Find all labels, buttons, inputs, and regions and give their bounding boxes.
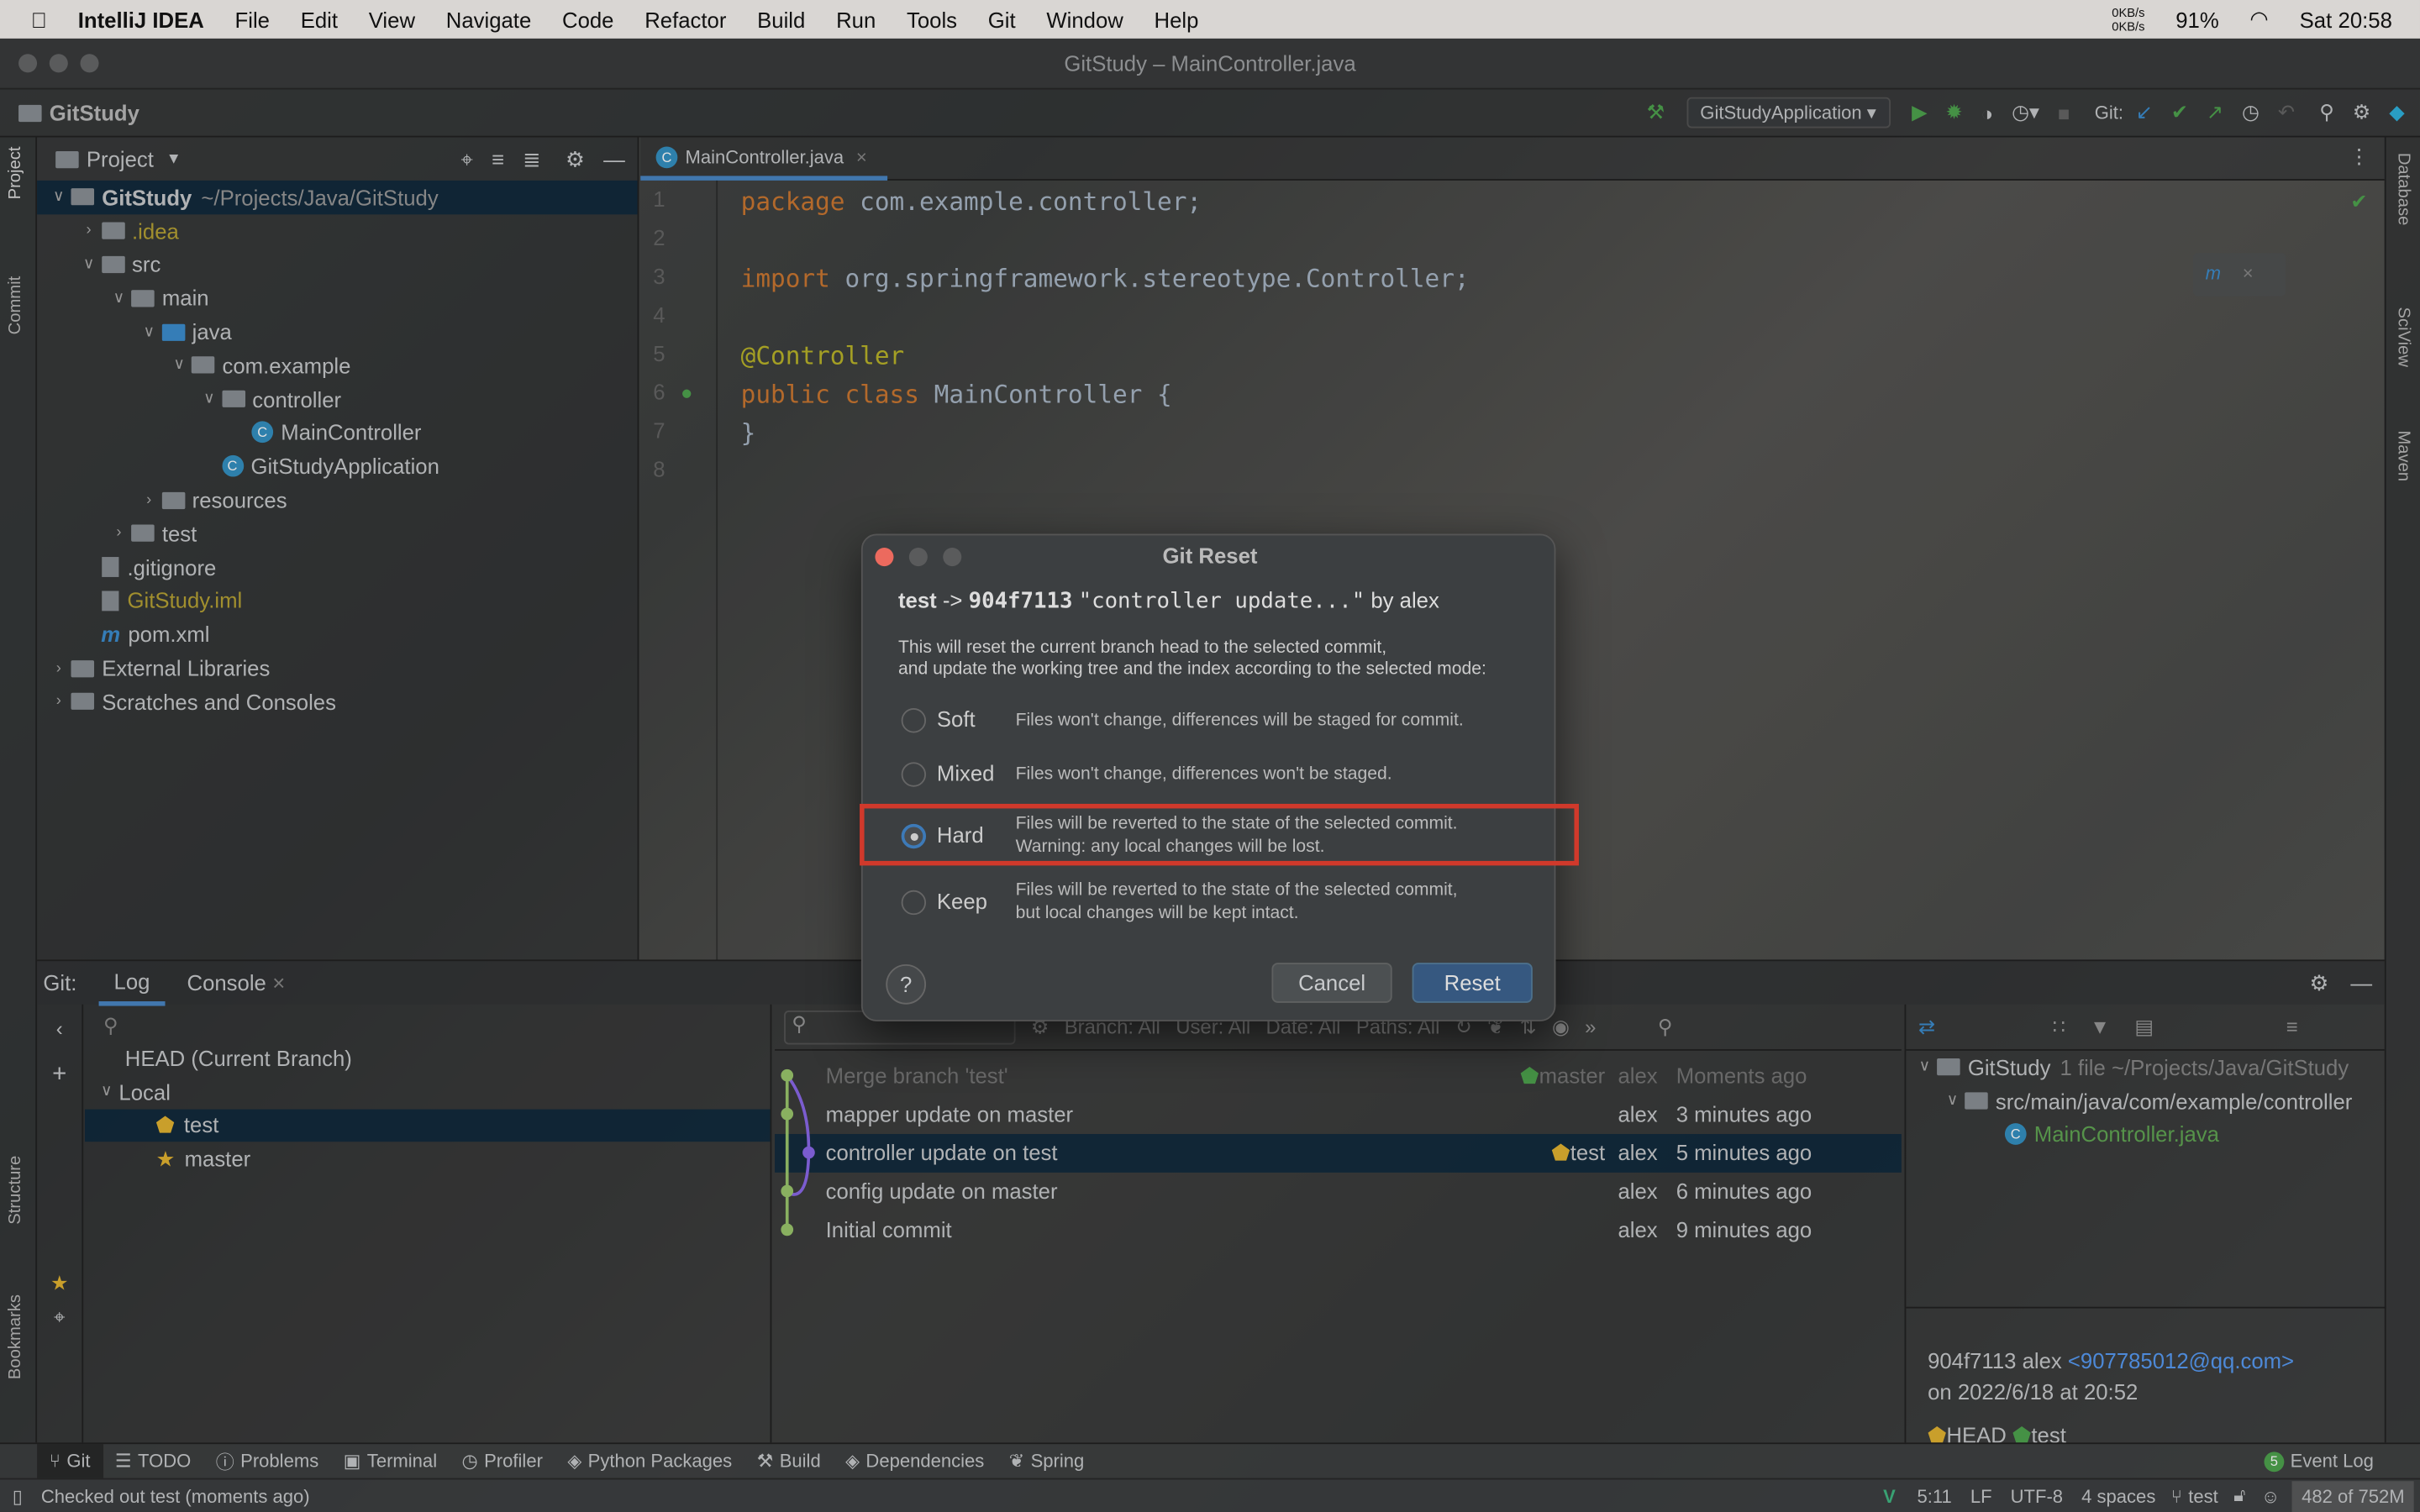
commit-node xyxy=(781,1107,794,1121)
maximize-window-button[interactable] xyxy=(80,54,99,73)
target-commit: "controller update..." xyxy=(1078,589,1365,615)
radio-soft[interactable] xyxy=(901,708,927,733)
battery-text: 91% xyxy=(2175,7,2219,32)
mode-description: Files will be reverted to the state of t… xyxy=(1016,879,1458,926)
clock-day: Sat xyxy=(2299,7,2333,32)
description-line: and update the working tree and the inde… xyxy=(897,660,1486,680)
ide-screen:  IntelliJ IDEA FileEditViewNavigateCode… xyxy=(0,0,2420,1512)
menu-edit[interactable]: Edit xyxy=(285,7,353,31)
description-line: This will reset the current branch head … xyxy=(897,638,1387,658)
network-speed: 0KB/s 0KB/s xyxy=(2096,5,2160,33)
mode-description: Files won't change, differences won't be… xyxy=(1016,764,1392,787)
menu-items: File Edit View Navigate Code Refactor Build Run… xyxy=(219,7,1214,31)
target-author: by alex xyxy=(1370,587,1439,613)
hard-mode-highlight xyxy=(860,803,1579,866)
mode-description-line: Files won't change, differences won't be… xyxy=(1015,765,1392,785)
commit-node xyxy=(781,1068,794,1082)
mode-label: Keep xyxy=(936,888,987,914)
net-down: 0KB/s xyxy=(2112,18,2145,34)
cancel-button[interactable]: Cancel xyxy=(1271,963,1392,1003)
commit-node xyxy=(781,1223,794,1236)
mode-description: Files won't change, differences will be … xyxy=(1016,710,1464,733)
macos-menu-bar:  IntelliJ IDEA FileEditViewNavigateCode… xyxy=(0,0,2420,39)
menu-tools[interactable]: Tools xyxy=(892,7,973,31)
radio-mixed[interactable] xyxy=(901,762,927,787)
radio-keep[interactable] xyxy=(901,890,927,916)
target-hash: 904f7113 xyxy=(968,589,1073,615)
menu-app[interactable]: IntelliJ IDEA xyxy=(62,7,219,31)
wifi-icon[interactable]: ◠ xyxy=(2234,6,2284,32)
dialog-description: This will reset the current branch head … xyxy=(898,638,1486,680)
git-reset-dialog: Git Reset test -> 904f7113 "controller u… xyxy=(860,533,1579,1021)
help-button[interactable]: ? xyxy=(886,963,927,1005)
reset-target: test -> 904f7113 "controller update..." … xyxy=(898,588,1439,614)
mode-label: Soft xyxy=(936,706,976,732)
menu-file[interactable]: File xyxy=(219,7,285,31)
minimize-window-button[interactable] xyxy=(49,54,68,73)
menu-view[interactable]: View xyxy=(353,7,430,31)
menu-build[interactable]: Build xyxy=(742,7,821,31)
menu-code[interactable]: Code xyxy=(547,7,629,31)
mode-description-line: Files will be reverted to the state of t… xyxy=(1015,880,1458,900)
mode-label: Mixed xyxy=(936,760,995,785)
menu-refactor[interactable]: Refactor xyxy=(629,7,742,31)
apple-icon[interactable]:  xyxy=(0,7,62,31)
mode-description-line: but local changes will be kept intact. xyxy=(1015,904,1299,923)
target-arrow: -> xyxy=(942,587,963,613)
menu-git[interactable]: Git xyxy=(972,7,1031,31)
clock-time[interactable]: 20:58 xyxy=(2335,7,2420,31)
menu-navigate[interactable]: Navigate xyxy=(430,7,546,31)
net-up: 0KB/s xyxy=(2112,5,2145,19)
dialog-title: Git Reset xyxy=(1162,543,1258,568)
commit-node xyxy=(781,1184,794,1198)
menu-window[interactable]: Window xyxy=(1031,7,1139,31)
window-title: GitStudy – MainController.java xyxy=(1064,50,1356,76)
target-branch: test xyxy=(897,587,937,613)
menu-help[interactable]: Help xyxy=(1139,7,1214,31)
reset-button[interactable]: Reset xyxy=(1412,963,1533,1003)
commit-graph xyxy=(781,1068,815,1236)
menu-run[interactable]: Run xyxy=(821,7,892,31)
commit-node xyxy=(802,1146,815,1159)
window-title-bar: GitStudy – MainController.java xyxy=(0,38,2420,90)
close-window-button[interactable] xyxy=(18,54,38,73)
mode-description-line: Files won't change, differences will be … xyxy=(1015,711,1464,730)
